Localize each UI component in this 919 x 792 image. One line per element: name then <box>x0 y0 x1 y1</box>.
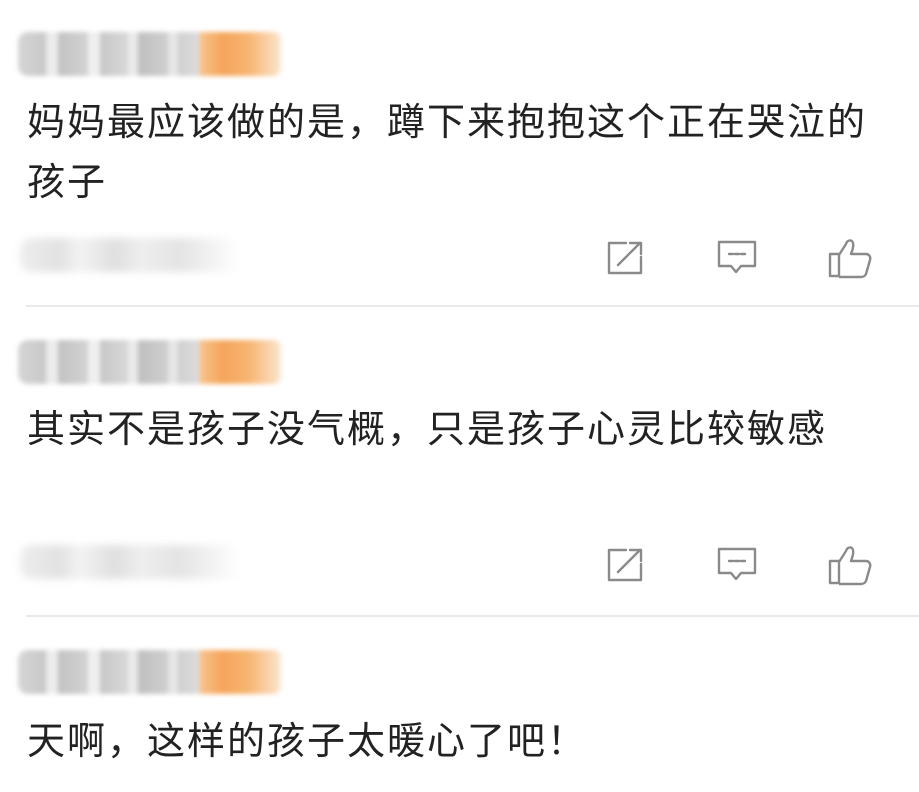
share-button[interactable] <box>598 233 652 283</box>
comment-feed: 妈妈最应该做的是，蹲下来抱抱这个正在哭泣的孩子 其实不是孩子没气概，只是孩子心灵… <box>0 0 919 792</box>
comment-actions <box>0 540 919 590</box>
reply-button[interactable] <box>710 233 764 283</box>
comment-item: 其实不是孩子没气概，只是孩子心灵比较敏感 <box>0 307 919 616</box>
username-blurred[interactable] <box>18 650 283 694</box>
share-icon <box>607 241 643 275</box>
like-button[interactable] <box>823 233 877 283</box>
comment-icon <box>717 547 757 581</box>
share-icon <box>607 548 643 582</box>
comment-text: 天啊，这样的孩子太暖心了吧！ <box>27 719 588 763</box>
thumbs-up-icon <box>828 546 872 586</box>
thumbs-up-icon <box>828 239 872 279</box>
username-blurred[interactable] <box>18 340 283 384</box>
username-blurred[interactable] <box>18 32 283 76</box>
like-button[interactable] <box>823 540 877 590</box>
comment-item: 妈妈最应该做的是，蹲下来抱抱这个正在哭泣的孩子 <box>0 0 919 306</box>
comment-actions <box>0 233 919 283</box>
comment-text: 其实不是孩子没气概，只是孩子心灵比较敏感 <box>27 407 828 451</box>
comment-item: 天啊，这样的孩子太暖心了吧！ <box>0 617 919 792</box>
comment-icon <box>717 240 757 274</box>
reply-button[interactable] <box>710 540 764 590</box>
share-button[interactable] <box>598 540 652 590</box>
comment-text: 妈妈最应该做的是，蹲下来抱抱这个正在哭泣的孩子 <box>27 100 868 204</box>
